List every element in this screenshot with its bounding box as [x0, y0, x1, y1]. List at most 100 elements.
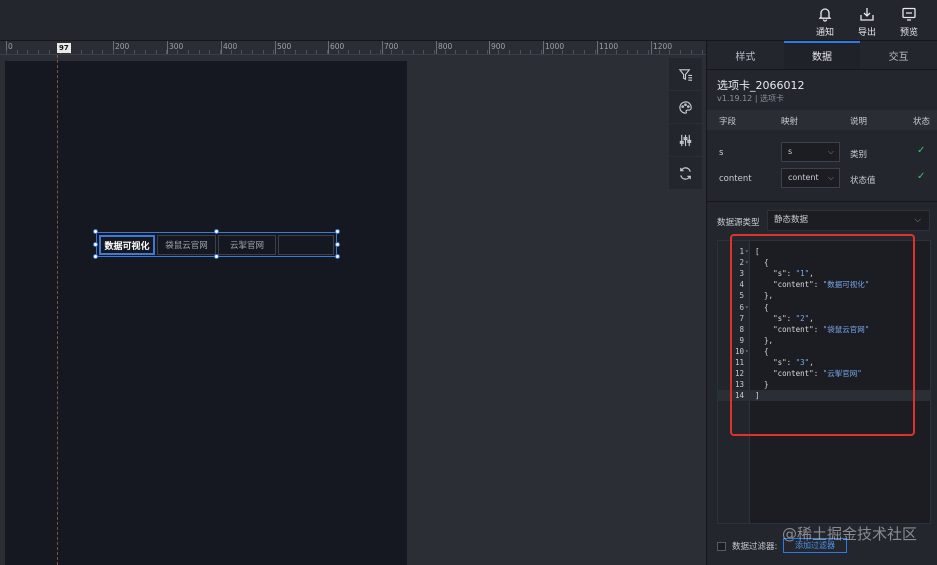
canvas-tab-4[interactable]	[278, 235, 334, 255]
ruler-minor-tick	[113, 50, 114, 54]
field-name: s	[719, 148, 724, 158]
code-line: 6 ▾ {	[718, 302, 930, 313]
resize-handle-ml[interactable]	[93, 242, 98, 247]
ruler-label: 1000	[545, 42, 565, 51]
code-text: ]	[755, 391, 760, 401]
line-number: 1	[739, 247, 744, 256]
json-key: "content":	[773, 369, 823, 379]
ruler-minor-tick	[316, 50, 317, 54]
ruler-minor-tick	[348, 50, 349, 54]
code-text: [	[755, 247, 760, 256]
ruler-minor-tick	[648, 50, 649, 54]
json-key: "content":	[773, 280, 823, 290]
properties-panel: 样式 数据 交互 选项卡_2066012 v1.19.12 | 选项卡 字段 映…	[706, 41, 937, 565]
fold-arrow-icon[interactable]: ▾	[745, 257, 749, 268]
filter-tool-button[interactable]	[669, 58, 702, 90]
horizontal-ruler[interactable]: 0 200 300 400 500 600 700 800 900 1000 1100 1200 97	[0, 41, 706, 55]
code-line: 10 ▾ {	[718, 346, 930, 357]
ruler-minor-tick	[102, 50, 103, 54]
ruler-minor-tick	[81, 50, 82, 54]
ruler-minor-tick	[391, 50, 392, 54]
artboard[interactable]	[5, 61, 407, 565]
code-line: 11 "s": "3",	[718, 357, 930, 368]
canvas-tab-2[interactable]: 袋鼠云官网	[157, 235, 216, 255]
json-string-value: "袋鼠云官网"	[822, 324, 870, 334]
app-root: 通知 导出 预览 0 200 300 400 500 600 700 800 900 1000 11…	[0, 0, 937, 565]
field-name: content	[719, 174, 752, 184]
canvas-workspace[interactable]	[0, 55, 706, 565]
ruler-minor-tick	[295, 50, 296, 54]
resize-handle-tr[interactable]	[335, 229, 340, 234]
line-number: 6	[739, 302, 744, 312]
code-text: "content": "云掣官网"	[755, 368, 862, 379]
tab-style[interactable]: 样式	[707, 41, 784, 69]
resize-handle-br[interactable]	[335, 254, 340, 259]
data-filter-checkbox[interactable]	[717, 541, 726, 551]
field-row: s s ⌵ 类别 ✓	[707, 141, 937, 167]
export-button[interactable]: 导出	[853, 4, 881, 38]
json-string-value: "云掣官网"	[822, 369, 862, 379]
ruler-minor-tick	[605, 50, 606, 54]
line-number: 14	[734, 391, 744, 401]
code-line: 2 ▾ {	[718, 257, 930, 268]
code-line: 14]	[718, 390, 930, 402]
line-number: 8	[739, 324, 744, 334]
preview-icon	[902, 7, 916, 21]
notify-button[interactable]: 通知	[811, 4, 839, 38]
preview-button[interactable]: 预览	[895, 4, 923, 38]
code-line: 5 },	[718, 290, 930, 301]
json-string-value: "1"	[795, 269, 810, 279]
sliders-tool-button[interactable]	[669, 124, 702, 156]
tab-interaction[interactable]: 交互	[860, 41, 937, 69]
ruler-minor-tick	[595, 50, 596, 54]
canvas-tab-3[interactable]: 云掣官网	[218, 235, 276, 255]
ruler-minor-tick	[241, 50, 242, 54]
palette-tool-button[interactable]	[669, 91, 702, 123]
ruler-minor-tick	[669, 50, 670, 54]
line-number: 10	[734, 346, 744, 356]
ruler-minor-tick	[380, 50, 381, 54]
ruler-minor-tick	[231, 50, 232, 54]
resize-handle-bl[interactable]	[93, 254, 98, 259]
resize-handle-bm[interactable]	[214, 254, 219, 259]
ruler-minor-tick	[520, 50, 521, 54]
fold-arrow-icon[interactable]: ▾	[745, 302, 749, 313]
check-icon: ✓	[917, 145, 926, 156]
data-filter-row: 数据过滤器:	[717, 540, 777, 552]
resize-handle-tm[interactable]	[214, 229, 219, 234]
canvas-tab-1[interactable]: 数据可视化	[99, 235, 155, 255]
line-number: 12	[734, 369, 744, 379]
refresh-tool-button[interactable]	[669, 157, 702, 189]
code-text: {	[755, 346, 769, 356]
code-text: {	[755, 302, 769, 312]
field-mapping-select[interactable]: s ⌵	[781, 142, 840, 162]
ruler-minor-tick	[402, 50, 403, 54]
resize-handle-tl[interactable]	[93, 229, 98, 234]
data-source-value: 静态数据	[774, 215, 809, 225]
field-mapping-select[interactable]: content ⌵	[781, 168, 840, 188]
header-status: 状态	[913, 117, 931, 127]
fold-arrow-icon[interactable]: ▾	[745, 346, 749, 357]
ruler-minor-tick	[177, 50, 178, 54]
code-line: 8 "content": "袋鼠云官网"	[718, 324, 930, 335]
export-icon	[860, 8, 874, 21]
ruler-minor-tick	[573, 50, 574, 54]
mapping-value: s	[788, 147, 793, 156]
panel-tabs: 样式 数据 交互	[707, 41, 937, 70]
header-field: 字段	[719, 117, 737, 127]
vertical-guide-line[interactable]	[57, 55, 58, 565]
code-text: }	[755, 380, 769, 390]
line-number: 4	[739, 280, 744, 290]
data-source-select[interactable]: 静态数据 ⌵	[767, 210, 930, 231]
json-string-value: "2"	[795, 313, 810, 323]
ruler-minor-tick	[49, 50, 50, 54]
line-number: 13	[734, 380, 744, 390]
code-text: },	[755, 335, 774, 345]
code-line: 12 "content": "云掣官网"	[718, 368, 930, 379]
fold-arrow-icon[interactable]: ▾	[745, 246, 749, 257]
resize-handle-mr[interactable]	[335, 242, 340, 247]
tab-data[interactable]: 数据	[783, 41, 861, 69]
header-desc: 说明	[850, 117, 868, 127]
json-code-editor[interactable]: 1 ▾[2 ▾ {3 "s": "1", 4 "content": "数据可视化" 5 …	[717, 240, 931, 524]
ruler-minor-tick	[209, 50, 210, 54]
